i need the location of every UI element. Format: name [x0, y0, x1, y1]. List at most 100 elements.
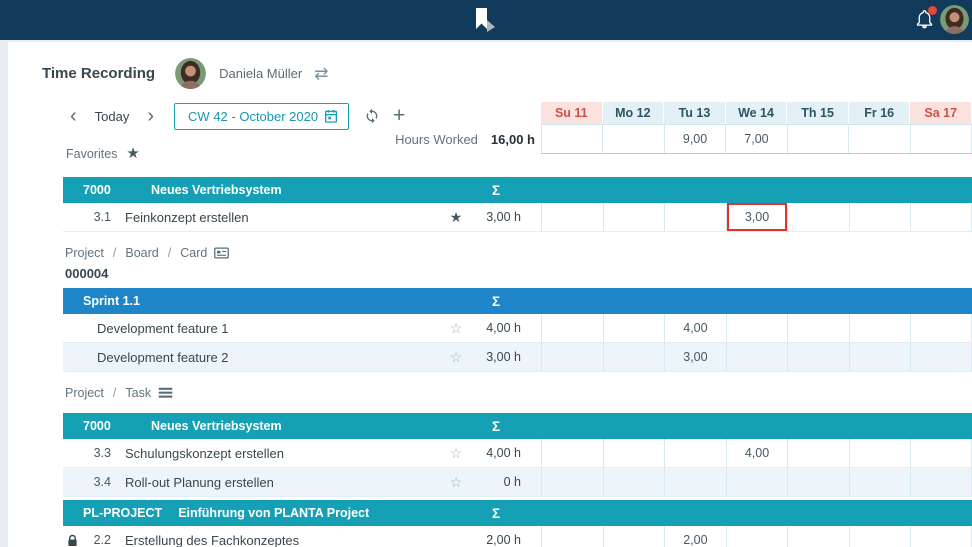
- time-cell[interactable]: [910, 343, 972, 371]
- hours-worked-value: 16,00 h: [491, 132, 535, 147]
- time-cell[interactable]: [849, 439, 911, 467]
- time-table: PL-PROJECTEinführung von PLANTA ProjectΣ…: [63, 500, 972, 547]
- task-total-hours: 3,00 h: [471, 210, 521, 224]
- day-header-row: Su 11Mo 12Tu 13We 14Th 15Fr 16Sa 17: [541, 102, 972, 124]
- time-cell[interactable]: [541, 314, 603, 342]
- time-cell[interactable]: 2,00: [664, 526, 726, 547]
- time-cell[interactable]: 3,00: [664, 343, 726, 371]
- time-cell[interactable]: [787, 343, 849, 371]
- group-title: Sprint 1.1: [83, 294, 471, 308]
- favorite-star-icon[interactable]: ★: [447, 210, 465, 224]
- time-cell[interactable]: [787, 314, 849, 342]
- breadcrumb-item-project[interactable]: Project: [65, 246, 104, 260]
- group-id: PL-PROJECT: [83, 506, 162, 520]
- time-table: 7000Neues VertriebsystemΣ3.1Feinkonzept …: [63, 177, 972, 232]
- time-cell[interactable]: [849, 526, 911, 547]
- time-table: Sprint 1.1ΣDevelopment feature 1☆4,00 h4…: [63, 288, 972, 372]
- day-header-cell: Tu 13: [664, 102, 726, 124]
- time-cell[interactable]: [849, 468, 911, 496]
- task-total-hours: 2,00 h: [471, 533, 521, 547]
- favorite-star-icon[interactable]: ☆: [447, 350, 465, 364]
- left-edge-strip: [0, 42, 8, 547]
- refresh-icon[interactable]: [364, 108, 380, 124]
- time-cell[interactable]: [910, 526, 972, 547]
- favorites-star-icon: ★: [126, 146, 139, 161]
- time-cell[interactable]: [787, 526, 849, 547]
- time-cell[interactable]: [849, 343, 911, 371]
- time-cell[interactable]: [726, 314, 788, 342]
- hours-worked-label: Hours Worked: [395, 132, 478, 147]
- table-group-header[interactable]: 7000Neues VertriebsystemΣ: [63, 413, 972, 439]
- time-cell[interactable]: [603, 526, 665, 547]
- time-recording-tables: 7000Neues VertriebsystemΣ3.1Feinkonzept …: [63, 172, 972, 547]
- time-cell[interactable]: [541, 203, 603, 231]
- time-cell[interactable]: [541, 439, 603, 467]
- previous-week-button[interactable]: ‹: [64, 106, 83, 126]
- sum-symbol: Σ: [471, 419, 521, 434]
- group-header-left: 7000Neues VertriebsystemΣ: [63, 413, 541, 439]
- time-cell[interactable]: [849, 314, 911, 342]
- time-cell[interactable]: [787, 203, 849, 231]
- time-cell[interactable]: [726, 468, 788, 496]
- time-cell[interactable]: [726, 526, 788, 547]
- time-cell[interactable]: [726, 343, 788, 371]
- employee-avatar: [175, 58, 206, 89]
- group-title: Neues Vertriebsystem: [151, 419, 471, 433]
- day-total-cell: [602, 125, 663, 153]
- breadcrumb-item-project[interactable]: Project: [65, 386, 104, 400]
- time-cell[interactable]: [910, 439, 972, 467]
- table-row: 3.3Schulungskonzept erstellen☆4,00 h4,00: [63, 439, 972, 468]
- time-cell[interactable]: [541, 468, 603, 496]
- time-cell[interactable]: 3,00: [726, 203, 788, 231]
- hours-worked-summary: Hours Worked 16,00 h: [280, 124, 535, 154]
- task-name: Schulungskonzept erstellen: [125, 446, 447, 461]
- page-header: Time Recording Daniela Müller ⇄: [42, 58, 328, 89]
- table-group-header[interactable]: 7000Neues VertriebsystemΣ: [63, 177, 972, 203]
- user-avatar[interactable]: [940, 5, 969, 34]
- time-cell[interactable]: [541, 526, 603, 547]
- switch-user-icon[interactable]: ⇄: [314, 64, 328, 84]
- employee-name: Daniela Müller: [219, 66, 302, 81]
- time-cell[interactable]: [664, 203, 726, 231]
- time-cell[interactable]: [541, 343, 603, 371]
- mouse-cursor-icon: [476, 8, 496, 39]
- breadcrumb-item-task[interactable]: Task: [125, 386, 151, 400]
- group-title: Neues Vertriebsystem: [151, 183, 471, 197]
- group-title: Einführung von PLANTA Project: [178, 506, 471, 520]
- time-cell[interactable]: [787, 439, 849, 467]
- table-row: 3.1Feinkonzept erstellen★3,00 h3,00: [63, 203, 972, 232]
- time-cell[interactable]: [910, 468, 972, 496]
- time-cell[interactable]: 4,00: [664, 314, 726, 342]
- task-name: Erstellung des Fachkonzeptes: [125, 533, 447, 547]
- time-cell[interactable]: [849, 203, 911, 231]
- table-group-header[interactable]: PL-PROJECTEinführung von PLANTA ProjectΣ: [63, 500, 972, 526]
- time-cell[interactable]: [603, 439, 665, 467]
- breadcrumb-item-board[interactable]: Board: [125, 246, 158, 260]
- time-cell[interactable]: [787, 468, 849, 496]
- time-cell[interactable]: 4,00: [726, 439, 788, 467]
- day-header-cell: Su 11: [541, 102, 603, 124]
- favorite-star-icon[interactable]: ☆: [447, 321, 465, 335]
- time-cell[interactable]: [910, 314, 972, 342]
- breadcrumb-item-card[interactable]: Card: [180, 246, 207, 260]
- task-name: Development feature 1: [97, 321, 447, 336]
- time-cell[interactable]: [910, 203, 972, 231]
- time-table: 7000Neues VertriebsystemΣ3.3Schulungskon…: [63, 413, 972, 497]
- today-button[interactable]: Today: [95, 109, 130, 124]
- time-cell[interactable]: [603, 343, 665, 371]
- notifications-bell-icon[interactable]: [910, 6, 938, 34]
- next-week-button[interactable]: ›: [141, 106, 160, 126]
- favorite-star-icon[interactable]: ☆: [447, 446, 465, 460]
- favorite-star-icon[interactable]: ☆: [447, 475, 465, 489]
- time-cell[interactable]: [664, 468, 726, 496]
- day-header-cell: Sa 17: [910, 102, 972, 124]
- main-content: Time Recording Daniela Müller ⇄ ‹ Today …: [0, 40, 972, 547]
- time-cell[interactable]: [603, 314, 665, 342]
- time-cell[interactable]: [603, 203, 665, 231]
- calendar-icon[interactable]: [323, 108, 339, 124]
- task-id: 2.2: [79, 533, 111, 547]
- notification-badge: [928, 6, 937, 15]
- table-group-header[interactable]: Sprint 1.1Σ: [63, 288, 972, 314]
- time-cell[interactable]: [664, 439, 726, 467]
- time-cell[interactable]: [603, 468, 665, 496]
